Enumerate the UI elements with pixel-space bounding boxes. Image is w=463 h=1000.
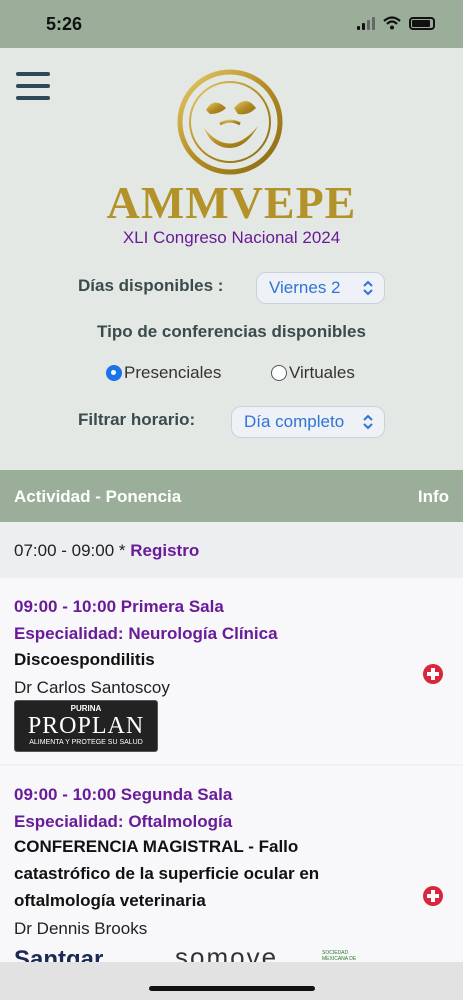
tipo-label: Tipo de conferencias disponibles: [97, 322, 366, 341]
sponsor-logo-somove: somove: [175, 942, 279, 962]
item-speaker: Dr Dennis Brooks: [14, 919, 148, 938]
home-indicator[interactable]: [149, 986, 315, 991]
dias-label: Días disponibles :: [78, 276, 224, 295]
header-actividad: Actividad - Ponencia: [14, 487, 182, 506]
item-time-room: 09:00 - 10:00 Segunda Sala: [14, 785, 233, 804]
logo-icon: [177, 69, 283, 175]
status-time: 5:26: [46, 14, 83, 34]
radio-label: Presenciales: [124, 363, 222, 382]
registro-label: Registro: [130, 541, 200, 560]
radio-virtuales[interactable]: Virtuales: [271, 362, 355, 384]
radio-label: Virtuales: [289, 363, 355, 382]
item-speaker: Dr Carlos Santoscoy: [14, 678, 170, 697]
sponsor-logo-santgar: Santgar: [14, 946, 104, 962]
congress-subtitle: XLI Congreso Nacional 2024: [122, 228, 341, 247]
horario-label: Filtrar horario:: [78, 410, 196, 429]
item-title: Discoespondilitis: [14, 650, 155, 669]
header-info: Info: [417, 487, 449, 506]
wifi-icon: [383, 16, 401, 30]
list-item[interactable]: 09:00 - 10:00 Segunda Sala Especialidad:…: [0, 766, 463, 962]
menu-icon[interactable]: [16, 72, 50, 100]
status-icons: [357, 16, 435, 30]
item-especialidad: Especialidad: Neurología Clínica: [14, 624, 278, 643]
list-item[interactable]: 09:00 - 10:00 Primera Sala Especialidad:…: [0, 578, 463, 764]
brand-title: AMMVEPE: [106, 177, 357, 228]
sponsor-logo: PURINA PROPLAN ALIMENTA Y PROTEGE SU SAL…: [14, 700, 158, 752]
app-header: AMMVEPE XLI Congreso Nacional 2024 Días …: [0, 48, 463, 470]
add-plus-icon[interactable]: [423, 886, 443, 906]
radio-checked-icon: [106, 365, 122, 381]
radio-presenciales[interactable]: Presenciales: [106, 362, 221, 384]
status-bar: 5:26: [0, 0, 463, 48]
signal-icon: [357, 16, 375, 30]
item-title: CONFERENCIA MAGISTRAL - Fallo catastrófi…: [14, 837, 320, 910]
battery-icon: [409, 16, 435, 30]
table-header: Actividad - Ponencia Info: [0, 470, 463, 522]
home-indicator-area: [0, 962, 463, 1000]
item-especialidad: Especialidad: Oftalmología: [14, 812, 233, 831]
sponsor-logo-somove-caption: SOCIEDAD MEXICANA DE: [322, 950, 357, 962]
horario-value: Día completo: [244, 412, 345, 431]
item-time-room: 09:00 - 10:00 Primera Sala: [14, 597, 224, 616]
registro-time: 07:00 - 09:00 *: [14, 541, 126, 560]
radio-unchecked-icon: [271, 365, 287, 381]
add-plus-icon[interactable]: [423, 664, 443, 684]
list-item[interactable]: 07:00 - 09:00 * Registro: [0, 522, 463, 578]
chevron-updown-icon: [363, 280, 373, 296]
horario-select[interactable]: Día completo: [231, 406, 385, 438]
dias-value: Viernes 2: [269, 278, 341, 297]
dias-select[interactable]: Viernes 2: [256, 272, 385, 304]
chevron-updown-icon: [363, 414, 373, 430]
